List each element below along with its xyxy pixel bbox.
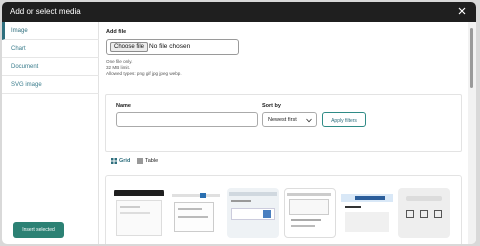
hint-types: Allowed types: png gif jpg jpeg webp. bbox=[106, 71, 182, 76]
scrollbar[interactable] bbox=[468, 22, 476, 244]
filters-panel: Name Sort by Newest first Apply filters bbox=[105, 94, 462, 152]
tab-chart[interactable]: Chart bbox=[2, 40, 99, 58]
tab-svg-image[interactable]: SVG image bbox=[2, 76, 99, 94]
dialog-content: Add file Choose file No file chosen One … bbox=[100, 22, 468, 244]
table-icon bbox=[137, 158, 143, 164]
add-file-label: Add file bbox=[106, 29, 127, 35]
table-label: Table bbox=[145, 158, 159, 164]
insert-selected-button[interactable]: Insert selected bbox=[13, 222, 64, 238]
media-thumbnail[interactable] bbox=[341, 188, 393, 238]
media-gallery bbox=[105, 175, 462, 244]
name-filter-label: Name bbox=[116, 103, 131, 109]
media-thumbnail[interactable] bbox=[170, 188, 222, 238]
media-thumbnail[interactable] bbox=[114, 188, 164, 238]
media-type-tabs: Image Chart Document SVG image bbox=[2, 22, 99, 244]
media-thumbnail[interactable] bbox=[284, 188, 336, 238]
media-thumbnail[interactable] bbox=[398, 188, 450, 238]
apply-filters-button[interactable]: Apply filters bbox=[322, 112, 366, 127]
scrollbar-thumb[interactable] bbox=[470, 28, 473, 88]
file-input[interactable]: Choose file No file chosen bbox=[106, 39, 239, 55]
name-filter-input[interactable] bbox=[116, 112, 258, 127]
hint-count: One file only. bbox=[106, 59, 133, 64]
dialog-title: Add or select media bbox=[10, 7, 81, 16]
sort-value: Newest first bbox=[268, 117, 297, 123]
dialog-titlebar: Add or select media bbox=[2, 2, 476, 22]
file-status: No file chosen bbox=[149, 43, 191, 50]
choose-file-button[interactable]: Choose file bbox=[110, 42, 149, 52]
close-icon[interactable] bbox=[456, 5, 468, 17]
sort-select[interactable]: Newest first bbox=[262, 112, 317, 127]
media-thumbnail[interactable] bbox=[227, 188, 279, 238]
grid-icon bbox=[111, 158, 117, 164]
chevron-down-icon bbox=[306, 118, 312, 123]
hint-size: 32 MB limit. bbox=[106, 65, 130, 70]
tab-document[interactable]: Document bbox=[2, 58, 99, 76]
media-dialog: Add or select media Image Chart Document… bbox=[2, 2, 476, 244]
grid-label: Grid bbox=[119, 158, 131, 164]
sort-label: Sort by bbox=[262, 103, 281, 109]
tab-image[interactable]: Image bbox=[2, 22, 99, 40]
